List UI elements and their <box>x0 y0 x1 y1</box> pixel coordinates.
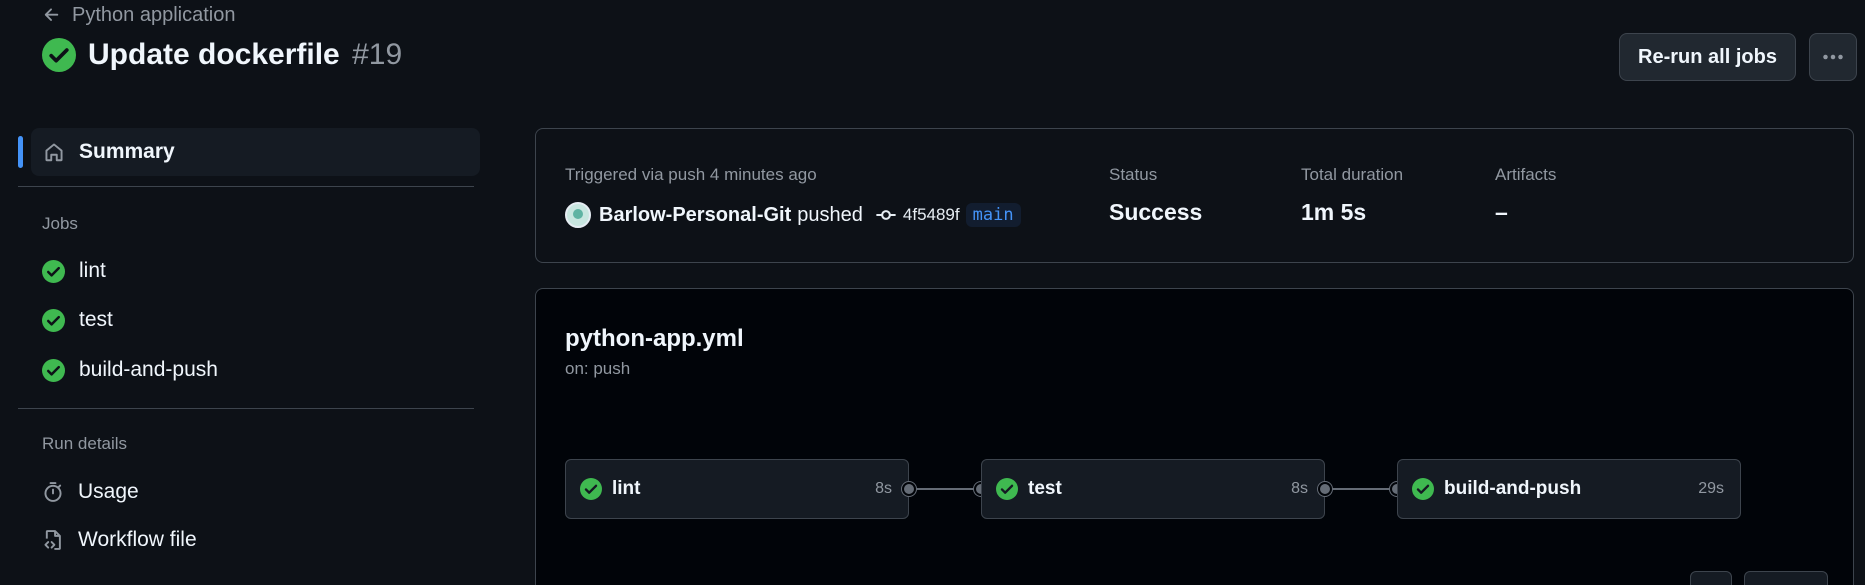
job-port <box>902 482 916 496</box>
job-name: test <box>1028 478 1062 499</box>
sidebar-item-test[interactable]: test <box>42 303 113 337</box>
avatar[interactable] <box>565 202 591 228</box>
job-connector <box>916 488 974 490</box>
sidebar-item-lint[interactable]: lint <box>42 254 106 288</box>
job-name: build-and-push <box>1444 478 1582 499</box>
sidebar-item-label: build-and-push <box>79 358 218 381</box>
actor-link[interactable]: Barlow-Personal-Git <box>599 204 791 227</box>
run-summary-card: Triggered via push 4 minutes ago Barlow-… <box>535 128 1854 263</box>
stopwatch-icon <box>44 482 62 502</box>
check-circle-icon <box>42 38 76 72</box>
job-port <box>1318 482 1332 496</box>
jobs-heading: Jobs <box>42 214 78 233</box>
git-commit-icon <box>876 210 896 220</box>
job-name: lint <box>612 478 641 499</box>
divider <box>18 186 474 187</box>
rerun-all-jobs-button[interactable]: Re-run all jobs <box>1619 33 1796 81</box>
check-circle-icon <box>996 478 1018 500</box>
check-circle-icon <box>580 478 602 500</box>
push-info: Barlow-Personal-Git pushed 4f5489f main <box>565 199 1021 231</box>
page-title: Update dockerfile #19 <box>42 38 402 72</box>
sidebar-item-build-and-push[interactable]: build-and-push <box>42 353 218 387</box>
job-node-test[interactable]: test 8s <box>981 459 1325 519</box>
workflow-trigger: on: push <box>565 359 631 378</box>
status-value: Success <box>1109 199 1203 225</box>
sidebar-item-workflow-file[interactable]: Workflow file <box>42 523 197 557</box>
arrow-left-icon <box>44 8 59 21</box>
job-node-lint[interactable]: lint 8s <box>565 459 909 519</box>
commit-sha-link[interactable]: 4f5489f <box>903 205 960 225</box>
duration-value: 1m 5s <box>1301 199 1367 225</box>
job-duration: 8s <box>1291 480 1308 497</box>
back-link[interactable]: Python application <box>42 2 235 28</box>
check-circle-icon <box>42 358 65 382</box>
sidebar-item-label: Workflow file <box>78 528 197 551</box>
check-circle-icon <box>1412 478 1434 500</box>
run-title-text: Update dockerfile <box>88 38 340 71</box>
fullscreen-button[interactable] <box>1690 571 1732 585</box>
home-icon <box>45 143 63 162</box>
back-link-label: Python application <box>72 3 236 26</box>
workflow-name: python-app.yml <box>565 325 744 352</box>
check-circle-icon <box>42 308 65 332</box>
run-details-heading: Run details <box>42 434 128 453</box>
kebab-horizontal-icon <box>1823 54 1843 60</box>
job-connector <box>1332 488 1390 490</box>
active-indicator <box>18 136 23 168</box>
duration-label: Total duration <box>1301 165 1404 184</box>
job-duration: 29s <box>1698 480 1724 497</box>
run-title: Update dockerfile #19 <box>88 38 402 72</box>
divider <box>18 408 474 409</box>
artifacts-label: Artifacts <box>1495 165 1557 184</box>
run-number: #19 <box>352 38 403 71</box>
file-code-icon <box>44 530 61 550</box>
trigger-text: Triggered via push 4 minutes ago <box>565 165 817 184</box>
sidebar-item-label: Usage <box>78 480 139 503</box>
artifacts-value: – <box>1495 199 1508 225</box>
sidebar-item-summary[interactable]: Summary <box>31 128 480 176</box>
more-options-button[interactable] <box>1809 33 1857 81</box>
zoom-controls[interactable] <box>1744 571 1828 585</box>
status-label: Status <box>1109 165 1158 184</box>
job-duration: 8s <box>875 480 892 497</box>
sidebar-item-usage[interactable]: Usage <box>42 475 139 509</box>
sidebar-item-label: test <box>79 308 113 331</box>
sidebar-item-label: lint <box>79 259 106 282</box>
workflow-graph-card: python-app.yml on: push lint 8s test 8s … <box>535 288 1854 585</box>
job-node-build-and-push[interactable]: build-and-push 29s <box>1397 459 1741 519</box>
check-circle-icon <box>42 259 65 283</box>
push-action: pushed <box>797 203 863 226</box>
sidebar-item-label: Summary <box>79 140 175 163</box>
branch-badge[interactable]: main <box>965 203 1021 227</box>
